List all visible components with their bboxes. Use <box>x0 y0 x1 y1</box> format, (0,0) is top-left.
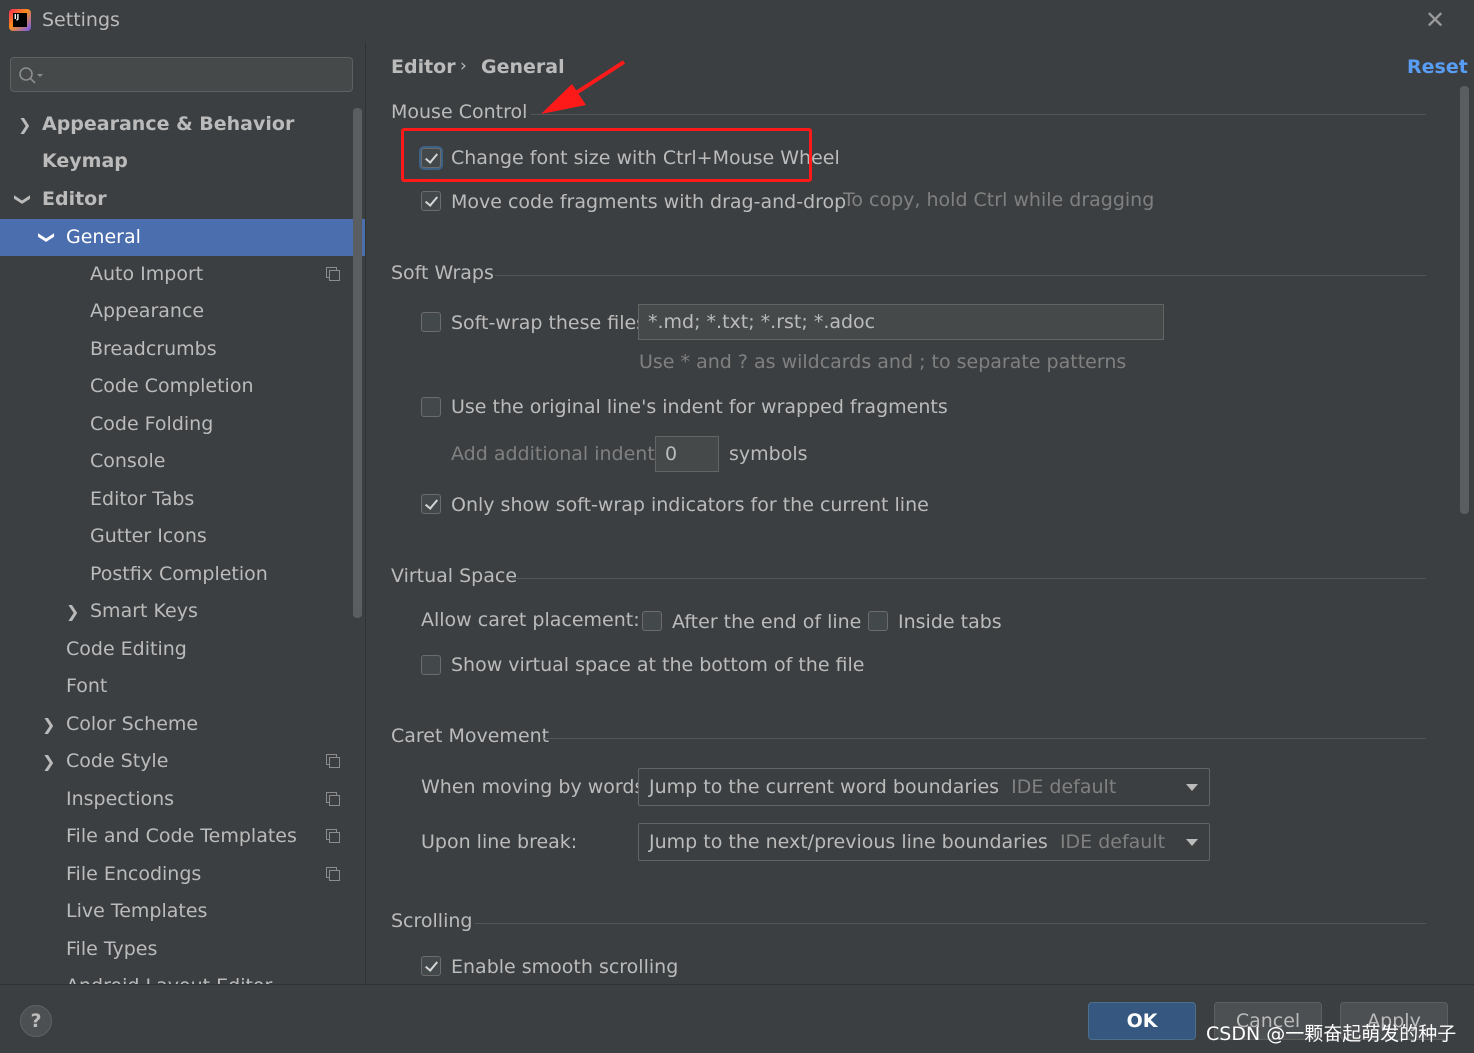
sidebar-item-keymap[interactable]: Keymap <box>0 143 352 180</box>
sidebar-item-code-editing[interactable]: Code Editing <box>0 631 352 668</box>
section-title-mouse-control: Mouse Control <box>391 101 528 123</box>
original-indent-checkbox[interactable] <box>421 397 441 417</box>
moving-by-words-dropdown[interactable]: Jump to the current word boundaries IDE … <box>638 768 1210 806</box>
additional-indent-input[interactable]: 0 <box>655 436 719 472</box>
smooth-scrolling-checkbox[interactable] <box>421 956 441 976</box>
sidebar-item-appearance[interactable]: Appearance <box>0 293 352 330</box>
project-scope-icon <box>326 267 340 281</box>
ok-button[interactable]: OK <box>1088 1002 1196 1040</box>
sidebar-item-postfix-completion[interactable]: Postfix Completion <box>0 556 352 593</box>
sidebar-item-inspections[interactable]: Inspections <box>0 781 352 818</box>
annotation-highlight-box <box>401 128 812 182</box>
sidebar-item-auto-import[interactable]: Auto Import <box>0 256 352 293</box>
inside-tabs-label: Inside tabs <box>898 611 1002 633</box>
sidebar-item-smart-keys[interactable]: ❯ Smart Keys <box>0 593 352 630</box>
caret-placement-label: Allow caret placement: <box>421 609 640 631</box>
chevron-right-icon: ❯ <box>42 715 56 734</box>
soft-wrap-files-label: Soft-wrap these files: <box>451 312 653 334</box>
project-scope-icon <box>326 829 340 843</box>
sidebar-item-breadcrumbs[interactable]: Breadcrumbs <box>0 331 352 368</box>
project-scope-icon <box>326 792 340 806</box>
sidebar-item-appearance-behavior[interactable]: ❯ Appearance & Behavior <box>0 106 352 143</box>
intellij-logo-icon: IJ <box>9 9 31 31</box>
virtual-space-bottom-checkbox[interactable] <box>421 655 441 675</box>
sidebar-item-font[interactable]: Font <box>0 668 352 705</box>
after-end-of-line-checkbox[interactable] <box>642 611 662 631</box>
sidebar-item-file-encodings[interactable]: File Encodings <box>0 856 352 893</box>
line-break-dropdown[interactable]: Jump to the next/previous line boundarie… <box>638 823 1210 861</box>
smooth-scrolling-label: Enable smooth scrolling <box>451 956 679 978</box>
sidebar-item-code-style[interactable]: ❯ Code Style <box>0 743 352 780</box>
sidebar-scrollbar[interactable] <box>353 108 362 618</box>
virtual-space-bottom-label: Show virtual space at the bottom of the … <box>451 654 865 676</box>
soft-wrap-files-checkbox[interactable] <box>421 312 441 332</box>
after-end-of-line-label: After the end of line <box>672 611 862 633</box>
sidebar-item-editor-tabs[interactable]: Editor Tabs <box>0 481 352 518</box>
dropdown-arrow-icon <box>1186 784 1198 791</box>
sidebar-item-code-completion[interactable]: Code Completion <box>0 368 352 405</box>
sidebar-item-code-folding[interactable]: Code Folding <box>0 406 352 443</box>
chevron-down-icon: ❯ <box>14 192 34 207</box>
chevron-right-icon: ❯ <box>42 752 56 771</box>
drag-drop-label: Move code fragments with drag-and-drop <box>451 191 847 213</box>
settings-content: Editor › General Reset Mouse Control Cha… <box>366 42 1474 984</box>
additional-indent-label: Add additional indent: <box>451 443 662 465</box>
search-input[interactable] <box>10 57 353 92</box>
window-title: Settings <box>42 9 120 31</box>
section-title-caret-movement: Caret Movement <box>391 725 550 747</box>
dropdown-arrow-icon <box>1186 839 1198 846</box>
section-title-scrolling: Scrolling <box>391 910 473 932</box>
settings-sidebar: ❯ Appearance & Behavior Keymap ❯ Editor … <box>0 42 365 984</box>
sidebar-item-gutter-icons[interactable]: Gutter Icons <box>0 518 352 555</box>
project-scope-icon <box>326 867 340 881</box>
additional-indent-unit: symbols <box>729 443 808 465</box>
only-current-line-label: Only show soft-wrap indicators for the c… <box>451 494 929 516</box>
section-separator <box>475 923 1426 924</box>
inside-tabs-checkbox[interactable] <box>868 611 888 631</box>
section-title-virtual-space: Virtual Space <box>391 565 518 587</box>
soft-wrap-files-input[interactable]: *.md; *.txt; *.rst; *.adoc <box>638 304 1164 340</box>
chevron-right-icon: ❯ <box>66 602 80 621</box>
help-button[interactable]: ? <box>20 1005 52 1037</box>
section-separator <box>531 114 1426 115</box>
close-icon[interactable]: ✕ <box>1422 8 1448 34</box>
project-scope-icon <box>326 754 340 768</box>
sidebar-item-file-code-templates[interactable]: File and Code Templates <box>0 818 352 855</box>
only-current-line-checkbox[interactable] <box>421 494 441 514</box>
search-icon <box>19 67 43 84</box>
line-break-label: Upon line break: <box>421 831 578 853</box>
sidebar-item-live-templates[interactable]: Live Templates <box>0 893 352 930</box>
chevron-down-icon: ❯ <box>38 230 58 245</box>
title-bar: IJ Settings ✕ <box>0 0 1474 42</box>
sidebar-item-color-scheme[interactable]: ❯ Color Scheme <box>0 706 352 743</box>
moving-by-words-label: When moving by words: <box>421 776 651 798</box>
section-separator <box>512 578 1426 579</box>
section-separator <box>495 275 1426 276</box>
sidebar-item-console[interactable]: Console <box>0 443 352 480</box>
original-indent-label: Use the original line's indent for wrapp… <box>451 396 948 418</box>
breadcrumb-general: General <box>481 56 565 78</box>
breadcrumb-editor[interactable]: Editor <box>391 56 456 78</box>
sidebar-item-editor[interactable]: ❯ Editor <box>0 181 352 218</box>
section-separator <box>544 738 1426 739</box>
breadcrumb-separator: › <box>460 56 467 76</box>
watermark-text: CSDN @一颗奋起萌发的种子 <box>1206 1023 1457 1045</box>
drag-drop-checkbox[interactable] <box>421 191 441 211</box>
section-title-soft-wraps: Soft Wraps <box>391 262 494 284</box>
content-scrollbar[interactable] <box>1460 86 1469 514</box>
chevron-right-icon: ❯ <box>18 115 32 134</box>
drag-drop-hint: To copy, hold Ctrl while dragging <box>843 189 1155 211</box>
sidebar-item-android-layout-editor[interactable]: Android Layout Editor <box>0 968 352 984</box>
sidebar-item-file-types[interactable]: File Types <box>0 931 352 968</box>
sidebar-item-general[interactable]: ❯ General <box>0 219 365 256</box>
reset-link[interactable]: Reset <box>1407 56 1468 78</box>
wildcard-hint: Use * and ? as wildcards and ; to separa… <box>639 351 1127 373</box>
